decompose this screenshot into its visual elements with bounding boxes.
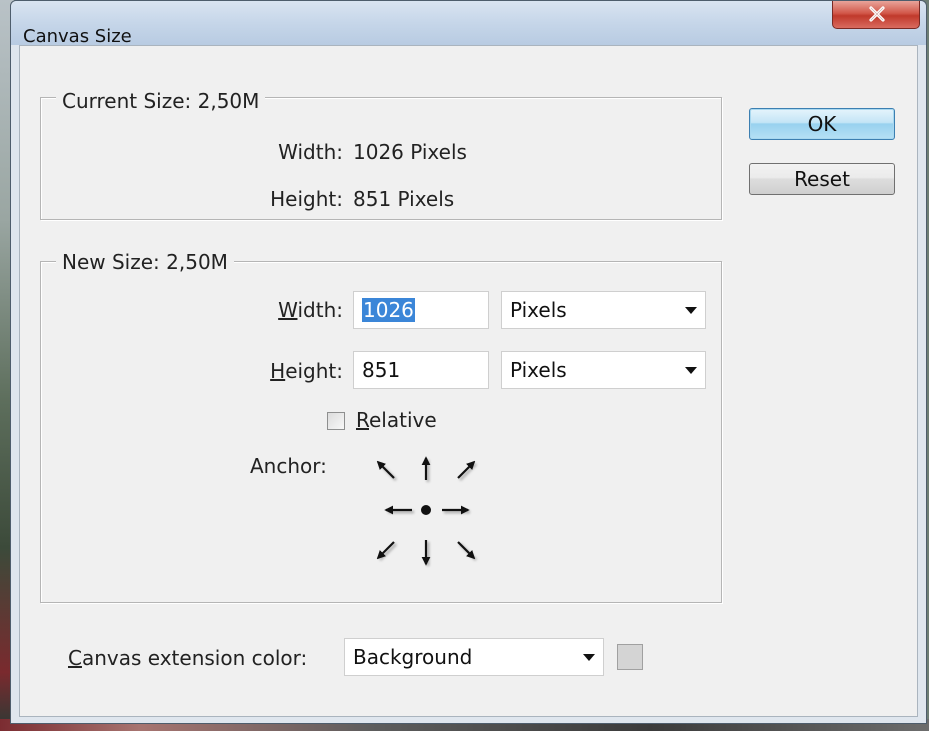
height-unit-value: Pixels [510, 358, 567, 382]
height-input-value: 851 [362, 358, 401, 382]
current-height-value: 851 Pixels [353, 187, 455, 211]
reset-button[interactable]: Reset [749, 163, 895, 195]
width-unit-select[interactable]: Pixels [501, 291, 706, 329]
canvas-size-dialog: Canvas Size Current Size: 2,50M Width: 1… [10, 0, 927, 724]
relative-checkbox[interactable] [327, 412, 345, 430]
anchor-label: Anchor: [250, 454, 327, 478]
arrow-down-right-icon[interactable] [457, 541, 476, 560]
width-input[interactable]: 1026 [353, 291, 489, 329]
current-width-value: 1026 Pixels [353, 140, 467, 164]
extension-color-value: Background [353, 645, 473, 669]
arrow-up-left-icon[interactable] [376, 460, 395, 479]
current-width-label: Width: [278, 140, 343, 164]
extension-color-select[interactable]: Background [344, 638, 604, 676]
ok-button[interactable]: OK [749, 108, 895, 140]
chevron-down-icon [685, 367, 697, 374]
close-icon [869, 6, 885, 22]
close-button[interactable] [832, 1, 920, 29]
chevron-down-icon [583, 654, 595, 661]
new-width-label: Width: [278, 298, 343, 322]
width-input-value: 1026 [362, 298, 415, 322]
height-unit-select[interactable]: Pixels [501, 351, 706, 389]
chevron-down-icon [685, 307, 697, 314]
new-height-label: Height: [270, 359, 343, 383]
width-unit-value: Pixels [510, 298, 567, 322]
extension-color-label: Canvas extension color: [68, 646, 308, 670]
height-input[interactable]: 851 [353, 351, 489, 389]
anchor-grid[interactable] [358, 446, 488, 584]
current-height-label: Height: [270, 187, 343, 211]
new-size-legend: New Size: 2,50M [56, 250, 234, 274]
relative-label[interactable]: Relative [356, 408, 437, 432]
window-title: Canvas Size [23, 26, 132, 47]
current-size-legend: Current Size: 2,50M [56, 89, 266, 113]
title-bar[interactable]: Canvas Size [11, 1, 926, 47]
extension-color-swatch[interactable] [617, 644, 643, 670]
dialog-content: Current Size: 2,50M Width: 1026 Pixels H… [19, 45, 918, 717]
anchor-dot-icon[interactable] [421, 505, 431, 515]
